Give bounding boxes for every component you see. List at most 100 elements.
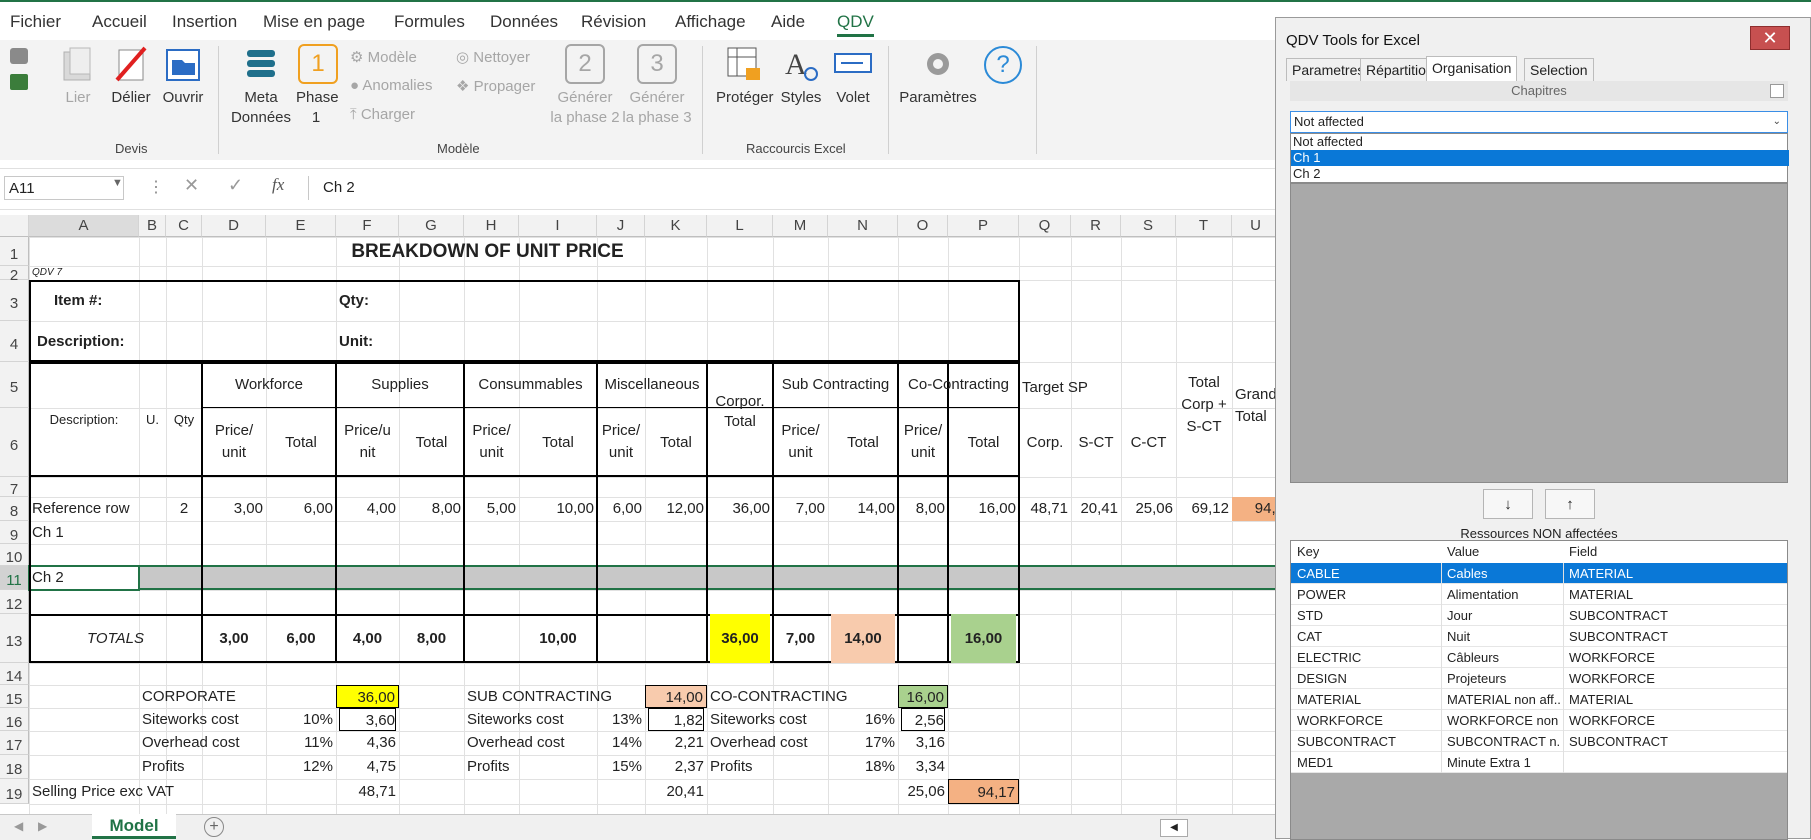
column-header-e[interactable]: E: [266, 215, 336, 237]
table-row[interactable]: DESIGN Projeteurs WORKFORCE: [1291, 668, 1787, 689]
meta-donnees-button[interactable]: Meta Données: [231, 44, 291, 128]
column-header-m[interactable]: M: [773, 215, 828, 237]
qdv7-label[interactable]: QDV 7: [32, 266, 136, 280]
add-sheet-button[interactable]: +: [204, 817, 224, 837]
totals-cell-p[interactable]: 16,00: [951, 614, 1016, 663]
column-header-j[interactable]: J: [597, 215, 645, 237]
cocontracting-row-label[interactable]: Siteworks cost: [710, 708, 825, 731]
reference-cell-r[interactable]: 20,41: [1074, 497, 1118, 521]
column-header-a[interactable]: A: [29, 215, 139, 237]
tab-scroll-left-icon[interactable]: ◀: [14, 819, 23, 833]
price-unit-header[interactable]: Price/ unit: [205, 408, 263, 477]
tab-selection[interactable]: Selection: [1524, 58, 1594, 81]
menu-tab-insertion[interactable]: Insertion: [172, 12, 237, 32]
row-header-7[interactable]: 7: [0, 477, 29, 498]
misc-header[interactable]: Miscellaneous: [600, 362, 704, 408]
totals-cell-e[interactable]: 6,00: [269, 614, 333, 663]
column-header-t[interactable]: T: [1176, 215, 1232, 237]
corp-header[interactable]: Corp.: [1022, 408, 1068, 477]
totals-cell-m[interactable]: 7,00: [776, 614, 825, 663]
nettoyer-button[interactable]: ◎ Nettoyer: [456, 48, 530, 66]
name-box[interactable]: A11: [4, 176, 124, 200]
dropdown-option[interactable]: Ch 1: [1291, 150, 1789, 166]
column-header-b[interactable]: B: [139, 215, 166, 237]
formula-input[interactable]: Ch 2: [308, 176, 1278, 200]
totals-cell-l[interactable]: 36,00: [710, 614, 770, 663]
row-header-19[interactable]: 19: [0, 779, 29, 804]
row-header-2[interactable]: 2: [0, 266, 29, 284]
chapter-ch1[interactable]: Ch 1: [32, 521, 136, 544]
reference-cell-g[interactable]: 8,00: [402, 497, 461, 521]
ressources-table[interactable]: Key Value Field CABLE Cables MATERIAL POWER Al…: [1290, 540, 1788, 840]
table-row[interactable]: MATERIAL MATERIAL non aff... MATERIAL: [1291, 689, 1787, 710]
column-header-f[interactable]: F: [336, 215, 399, 237]
total-header[interactable]: Total: [269, 408, 333, 477]
totals-cell-n[interactable]: 14,00: [831, 614, 895, 663]
help-icon[interactable]: ?: [984, 46, 1022, 84]
qty-label[interactable]: Qty:: [339, 280, 396, 321]
column-header-l[interactable]: L: [707, 215, 773, 237]
menu-tab-mise-en-page[interactable]: Mise en page: [263, 12, 365, 32]
cocontracting-row-pct[interactable]: 17%: [831, 731, 895, 755]
subcontracting-row-label[interactable]: Profits: [467, 755, 594, 779]
lier-button[interactable]: Lier: [58, 44, 98, 108]
cube-icon[interactable]: [10, 48, 28, 64]
table-row[interactable]: MED1 Minute Extra 1: [1291, 752, 1787, 773]
generer-phase3-button[interactable]: 3 Générer la phase 3: [622, 44, 692, 128]
price-unit-header[interactable]: Price/ unit: [600, 408, 642, 477]
sct-header[interactable]: S-CT: [1074, 408, 1118, 477]
chevron-down-icon[interactable]: ▼: [112, 177, 123, 189]
column-header-r[interactable]: R: [1071, 215, 1121, 237]
chapter-tree-area[interactable]: [1290, 183, 1788, 483]
corporate-row-label[interactable]: Siteworks cost: [142, 708, 239, 731]
reference-cell-f[interactable]: 4,00: [339, 497, 396, 521]
description-label[interactable]: Description:: [32, 321, 141, 362]
subcontracting-row-value[interactable]: 1,82: [648, 708, 704, 731]
row-header-5[interactable]: 5: [0, 362, 29, 408]
reference-cell-d[interactable]: 3,00: [205, 497, 263, 521]
move-down-button[interactable]: ↓: [1483, 489, 1533, 519]
menu-tab-aide[interactable]: Aide: [771, 12, 805, 32]
row-header-9[interactable]: 9: [0, 521, 29, 544]
reference-cell-c[interactable]: 2: [169, 497, 199, 521]
reference-cell-a[interactable]: Reference row: [32, 497, 136, 521]
reference-cell-u[interactable]: 94,1: [1232, 497, 1280, 521]
total-header[interactable]: Total: [648, 408, 704, 477]
col-qty-header[interactable]: Qty: [169, 362, 199, 477]
price-unit-header[interactable]: Price/u nit: [339, 408, 396, 477]
column-header-h[interactable]: H: [464, 215, 519, 237]
menu-tab-formules[interactable]: Formules: [394, 12, 465, 32]
row-header-18[interactable]: 18: [0, 755, 29, 779]
cocontracting-value[interactable]: 16,00: [898, 685, 948, 708]
dropdown-option[interactable]: Not affected: [1291, 134, 1789, 150]
reference-cell-p[interactable]: 16,00: [951, 497, 1016, 521]
totals-cell-f[interactable]: 4,00: [339, 614, 396, 663]
column-header-d[interactable]: D: [202, 215, 266, 237]
cocontracting-row-value[interactable]: 3,16: [901, 731, 945, 755]
reference-cell-j[interactable]: 6,00: [600, 497, 642, 521]
reference-cell-e[interactable]: 6,00: [269, 497, 333, 521]
unit-label[interactable]: Unit:: [339, 321, 396, 362]
column-header-i[interactable]: I: [519, 215, 597, 237]
sheet-title[interactable]: BREAKDOWN OF UNIT PRICE: [205, 237, 770, 266]
chapter-combo[interactable]: Not affected ⌄: [1290, 111, 1788, 133]
selling-price-co[interactable]: 25,06: [901, 779, 945, 804]
reference-cell-l[interactable]: 36,00: [710, 497, 770, 521]
subcontracting-row-pct[interactable]: 15%: [600, 755, 642, 779]
totals-cell-g[interactable]: 8,00: [402, 614, 461, 663]
corporate-row-label[interactable]: Profits: [142, 755, 199, 779]
column-header-c[interactable]: C: [166, 215, 202, 237]
total-corp-header[interactable]: Total Corp + S-CT: [1179, 362, 1229, 477]
chapter-dropdown-list[interactable]: Not affected Ch 1 Ch 2: [1290, 133, 1789, 183]
volet-button[interactable]: Volet: [830, 44, 876, 108]
cocontracting-row-value[interactable]: 2,56: [901, 708, 945, 731]
subcontracting-header[interactable]: Sub Contracting: [776, 362, 895, 408]
total-header[interactable]: Total: [522, 408, 594, 477]
reference-cell-m[interactable]: 7,00: [776, 497, 825, 521]
subcontracting-label[interactable]: SUB CONTRACTING: [467, 685, 612, 708]
column-header-s[interactable]: S: [1121, 215, 1176, 237]
phase1-button[interactable]: 1 Phase 1: [296, 44, 340, 128]
ouvrir-button[interactable]: Ouvrir: [160, 44, 206, 108]
row-header-14[interactable]: 14: [0, 663, 29, 685]
select-all-corner[interactable]: [0, 215, 29, 237]
